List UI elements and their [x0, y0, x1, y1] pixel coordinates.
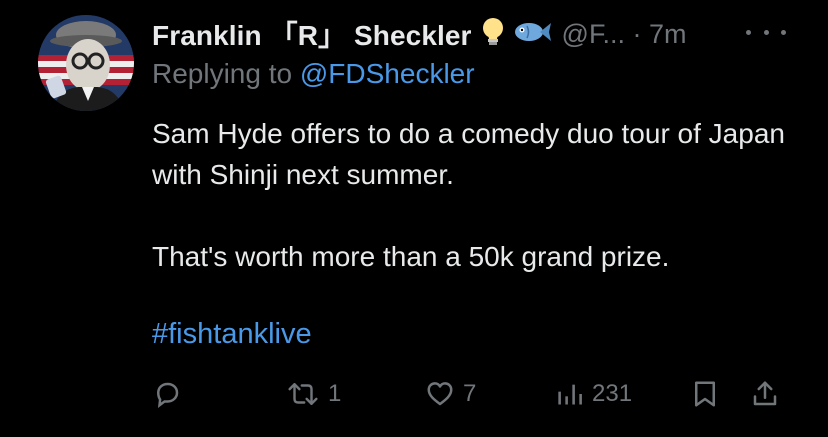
- tweet-header: Franklin 「R」 Sheckler @F... · 7m: [152, 12, 686, 56]
- hashtag-link[interactable]: #fishtanklive: [152, 318, 312, 351]
- retweet-count: 1: [328, 380, 342, 407]
- reply-icon: [156, 382, 179, 408]
- tweet: Franklin 「R」 Sheckler @F... · 7m Replyin…: [0, 0, 828, 437]
- replying-to-label: Replying to: [152, 58, 300, 89]
- views-bar-chart-icon: [558, 384, 582, 405]
- reply-mention-link[interactable]: @FDSheckler: [300, 58, 475, 89]
- fish-icon: [514, 20, 552, 49]
- views-count: 231: [592, 380, 633, 407]
- retweet-icon: [288, 383, 318, 405]
- bookmark-button[interactable]: [690, 370, 720, 418]
- reply-button[interactable]: [152, 370, 190, 418]
- handle-and-timestamp[interactable]: @F... · 7m: [562, 19, 687, 50]
- share-button[interactable]: [750, 370, 780, 418]
- replying-to: Replying to @FDSheckler: [152, 58, 475, 90]
- lightbulb-icon: [482, 17, 504, 52]
- retweet-button[interactable]: 1: [286, 370, 341, 418]
- heart-icon: [427, 382, 453, 406]
- bookmark-icon: [695, 381, 715, 407]
- avatar[interactable]: [38, 15, 134, 111]
- tweet-body: Sam Hyde offers to do a comedy duo tour …: [152, 113, 802, 277]
- like-count: 7: [463, 380, 477, 407]
- views-button[interactable]: 231: [556, 370, 632, 418]
- like-button[interactable]: 7: [425, 370, 476, 418]
- tweet-text-line-1: Sam Hyde offers to do a comedy duo tour …: [152, 118, 785, 190]
- share-icon: [753, 381, 777, 406]
- tweet-actions: 1 7 231: [0, 370, 828, 418]
- author-name[interactable]: Franklin 「R」 Sheckler: [152, 14, 472, 54]
- tweet-text-line-2: That's worth more than a 50k grand prize…: [152, 241, 670, 272]
- more-options-icon[interactable]: [746, 20, 786, 44]
